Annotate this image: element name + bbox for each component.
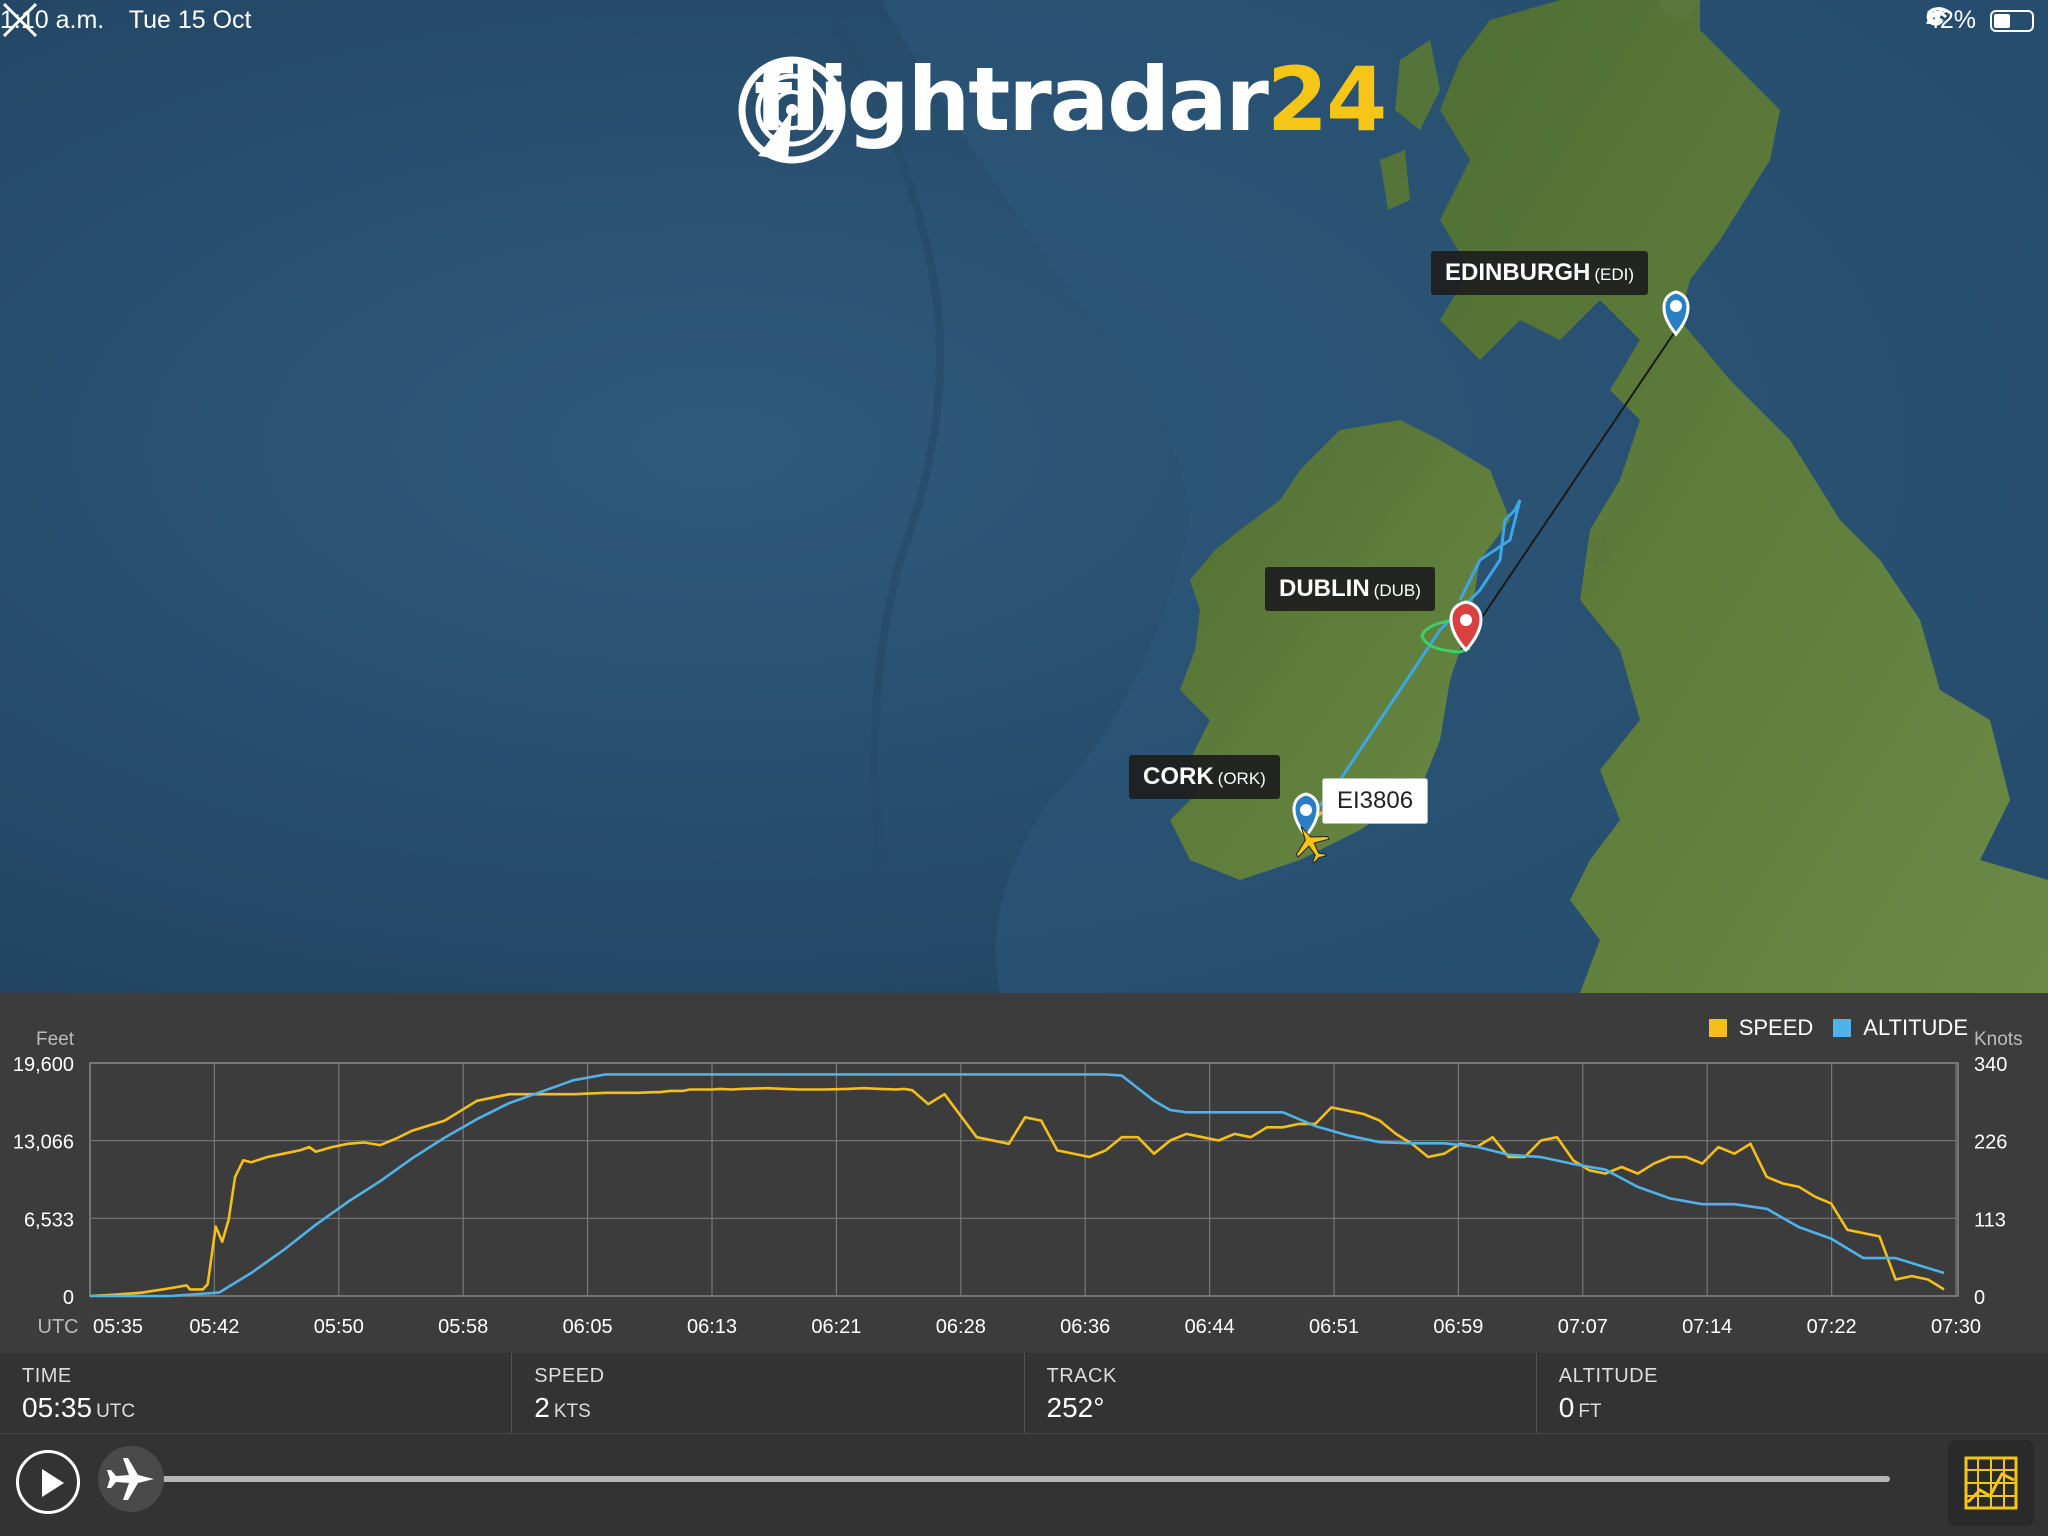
info-time-value: 05:35 <box>22 1392 93 1423</box>
x-tick-label: 06:51 <box>1309 1316 1359 1338</box>
legend-altitude: ALTITUDE <box>1863 1015 1968 1040</box>
speed-swatch <box>1708 1019 1727 1037</box>
y-right-tick-label: 340 <box>1974 1054 2007 1076</box>
x-tick-label: 05:35 <box>93 1316 143 1338</box>
flight-map[interactable]: 1:10 a.m. Tue 15 Oct 42% flightradar24 E… <box>0 0 2048 993</box>
info-speed-label: SPEED <box>534 1365 605 1387</box>
x-tick-label: 07:22 <box>1807 1316 1857 1338</box>
playback-slider-track[interactable] <box>130 1476 1890 1482</box>
y-left-tick-label: 0 <box>63 1287 74 1309</box>
x-tick-label: 06:05 <box>563 1316 613 1338</box>
battery-icon <box>1990 9 2034 32</box>
info-track: TRACK 252° <box>1023 1353 1536 1433</box>
info-time: TIME 05:35 UTC <box>0 1353 511 1433</box>
info-altitude-value: 0 <box>1558 1392 1575 1423</box>
altitude-swatch <box>1833 1019 1852 1037</box>
status-date: Tue 15 Oct <box>128 6 252 34</box>
info-time-label: TIME <box>22 1365 72 1387</box>
y-right-tick-label: 0 <box>1974 1287 1985 1309</box>
airport-code: (DUB) <box>1373 581 1421 600</box>
status-bar-left: 1:10 a.m. Tue 15 Oct <box>0 6 269 35</box>
airport-label-cork[interactable]: CORK (ORK) <box>1129 755 1280 799</box>
airplane-icon <box>107 1458 154 1500</box>
y-left-tick-label: 13,066 <box>13 1132 74 1154</box>
radar-logo-icon <box>738 56 846 164</box>
x-tick-label: 07:07 <box>1558 1316 1608 1338</box>
y-right-tick-label: 113 <box>1974 1209 2006 1231</box>
flight-chart-panel: SPEED ALTITUDE 19,600 340 13,066 226 6,533 11… <box>0 993 2048 1353</box>
app-root: 1:10 a.m. Tue 15 Oct 42% flightradar24 E… <box>0 0 2048 1536</box>
info-time-unit: UTC <box>96 1401 136 1422</box>
x-tick-label: 06:44 <box>1185 1316 1235 1338</box>
info-speed: SPEED 2 KTS <box>511 1353 1023 1433</box>
flight-info-row: TIME 05:35 UTC SPEED 2 KTS TRACK 252° ALTI… <box>0 1353 2048 1433</box>
x-tick-label: 06:36 <box>1060 1316 1110 1338</box>
logo-wordmark: flightradar24 <box>754 56 1387 144</box>
airport-name: DUBLIN <box>1279 575 1370 602</box>
airport-name: CORK <box>1143 763 1214 790</box>
y-right-axis-label: Knots <box>1974 1029 2023 1050</box>
info-altitude-label: ALTITUDE <box>1558 1365 1658 1387</box>
info-speed-unit: KTS <box>553 1401 591 1422</box>
x-tick-label: 05:42 <box>189 1316 239 1338</box>
flightradar24-logo: flightradar24 <box>738 56 1387 164</box>
chart-toggle-button[interactable] <box>1948 1440 2034 1526</box>
info-altitude: ALTITUDE 0 FT <box>1535 1353 2048 1433</box>
info-track-value: 252° <box>1046 1392 1105 1423</box>
flight-callsign-label[interactable]: EI3806 <box>1322 778 1429 824</box>
info-speed-value: 2 <box>534 1392 550 1423</box>
airport-label-edinburgh[interactable]: EDINBURGH (EDI) <box>1431 251 1649 295</box>
x-tick-label: 05:58 <box>438 1316 488 1338</box>
location-arrow-icon <box>1927 8 1944 24</box>
x-tick-label: 07:30 <box>1931 1316 1981 1338</box>
airport-code: (ORK) <box>1217 769 1266 788</box>
legend-speed: SPEED <box>1738 1015 1814 1040</box>
x-tick-label: 06:21 <box>811 1316 861 1338</box>
playback-slider-handle[interactable] <box>98 1446 164 1512</box>
info-altitude-unit: FT <box>1578 1401 1602 1422</box>
x-tick-label: 06:13 <box>687 1316 737 1338</box>
x-tick-label: 05:50 <box>314 1316 364 1338</box>
airport-label-dublin[interactable]: DUBLIN (DUB) <box>1265 567 1435 611</box>
logo-number: 24 <box>1266 48 1387 151</box>
play-button[interactable] <box>16 1450 80 1514</box>
y-left-tick-label: 6,533 <box>24 1209 74 1231</box>
x-tick-label: 06:59 <box>1433 1316 1483 1338</box>
close-icon[interactable] <box>0 0 40 40</box>
info-track-label: TRACK <box>1046 1365 1117 1387</box>
airport-code: (EDI) <box>1594 265 1635 284</box>
chart-grid-icon <box>1964 1456 2018 1510</box>
speed-altitude-chart[interactable]: 19,600 340 13,066 226 6,533 113 0 0 Feet Knots 05:… <box>0 993 2048 1353</box>
playback-bar <box>0 1433 2048 1536</box>
status-bar-right: 42% <box>1926 6 2034 35</box>
x-tick-label: 06:28 <box>936 1316 986 1338</box>
y-left-axis-label: Feet <box>36 1029 75 1050</box>
x-tick-label: 07:14 <box>1682 1316 1732 1338</box>
x-axis-prefix: UTC <box>37 1316 78 1338</box>
chart-legend: SPEED ALTITUDE <box>1708 1015 1968 1041</box>
y-left-tick-label: 19,600 <box>13 1054 74 1076</box>
airport-name: EDINBURGH <box>1445 259 1591 286</box>
y-right-tick-label: 226 <box>1974 1132 2007 1154</box>
chart-plot-area <box>89 1062 1959 1297</box>
